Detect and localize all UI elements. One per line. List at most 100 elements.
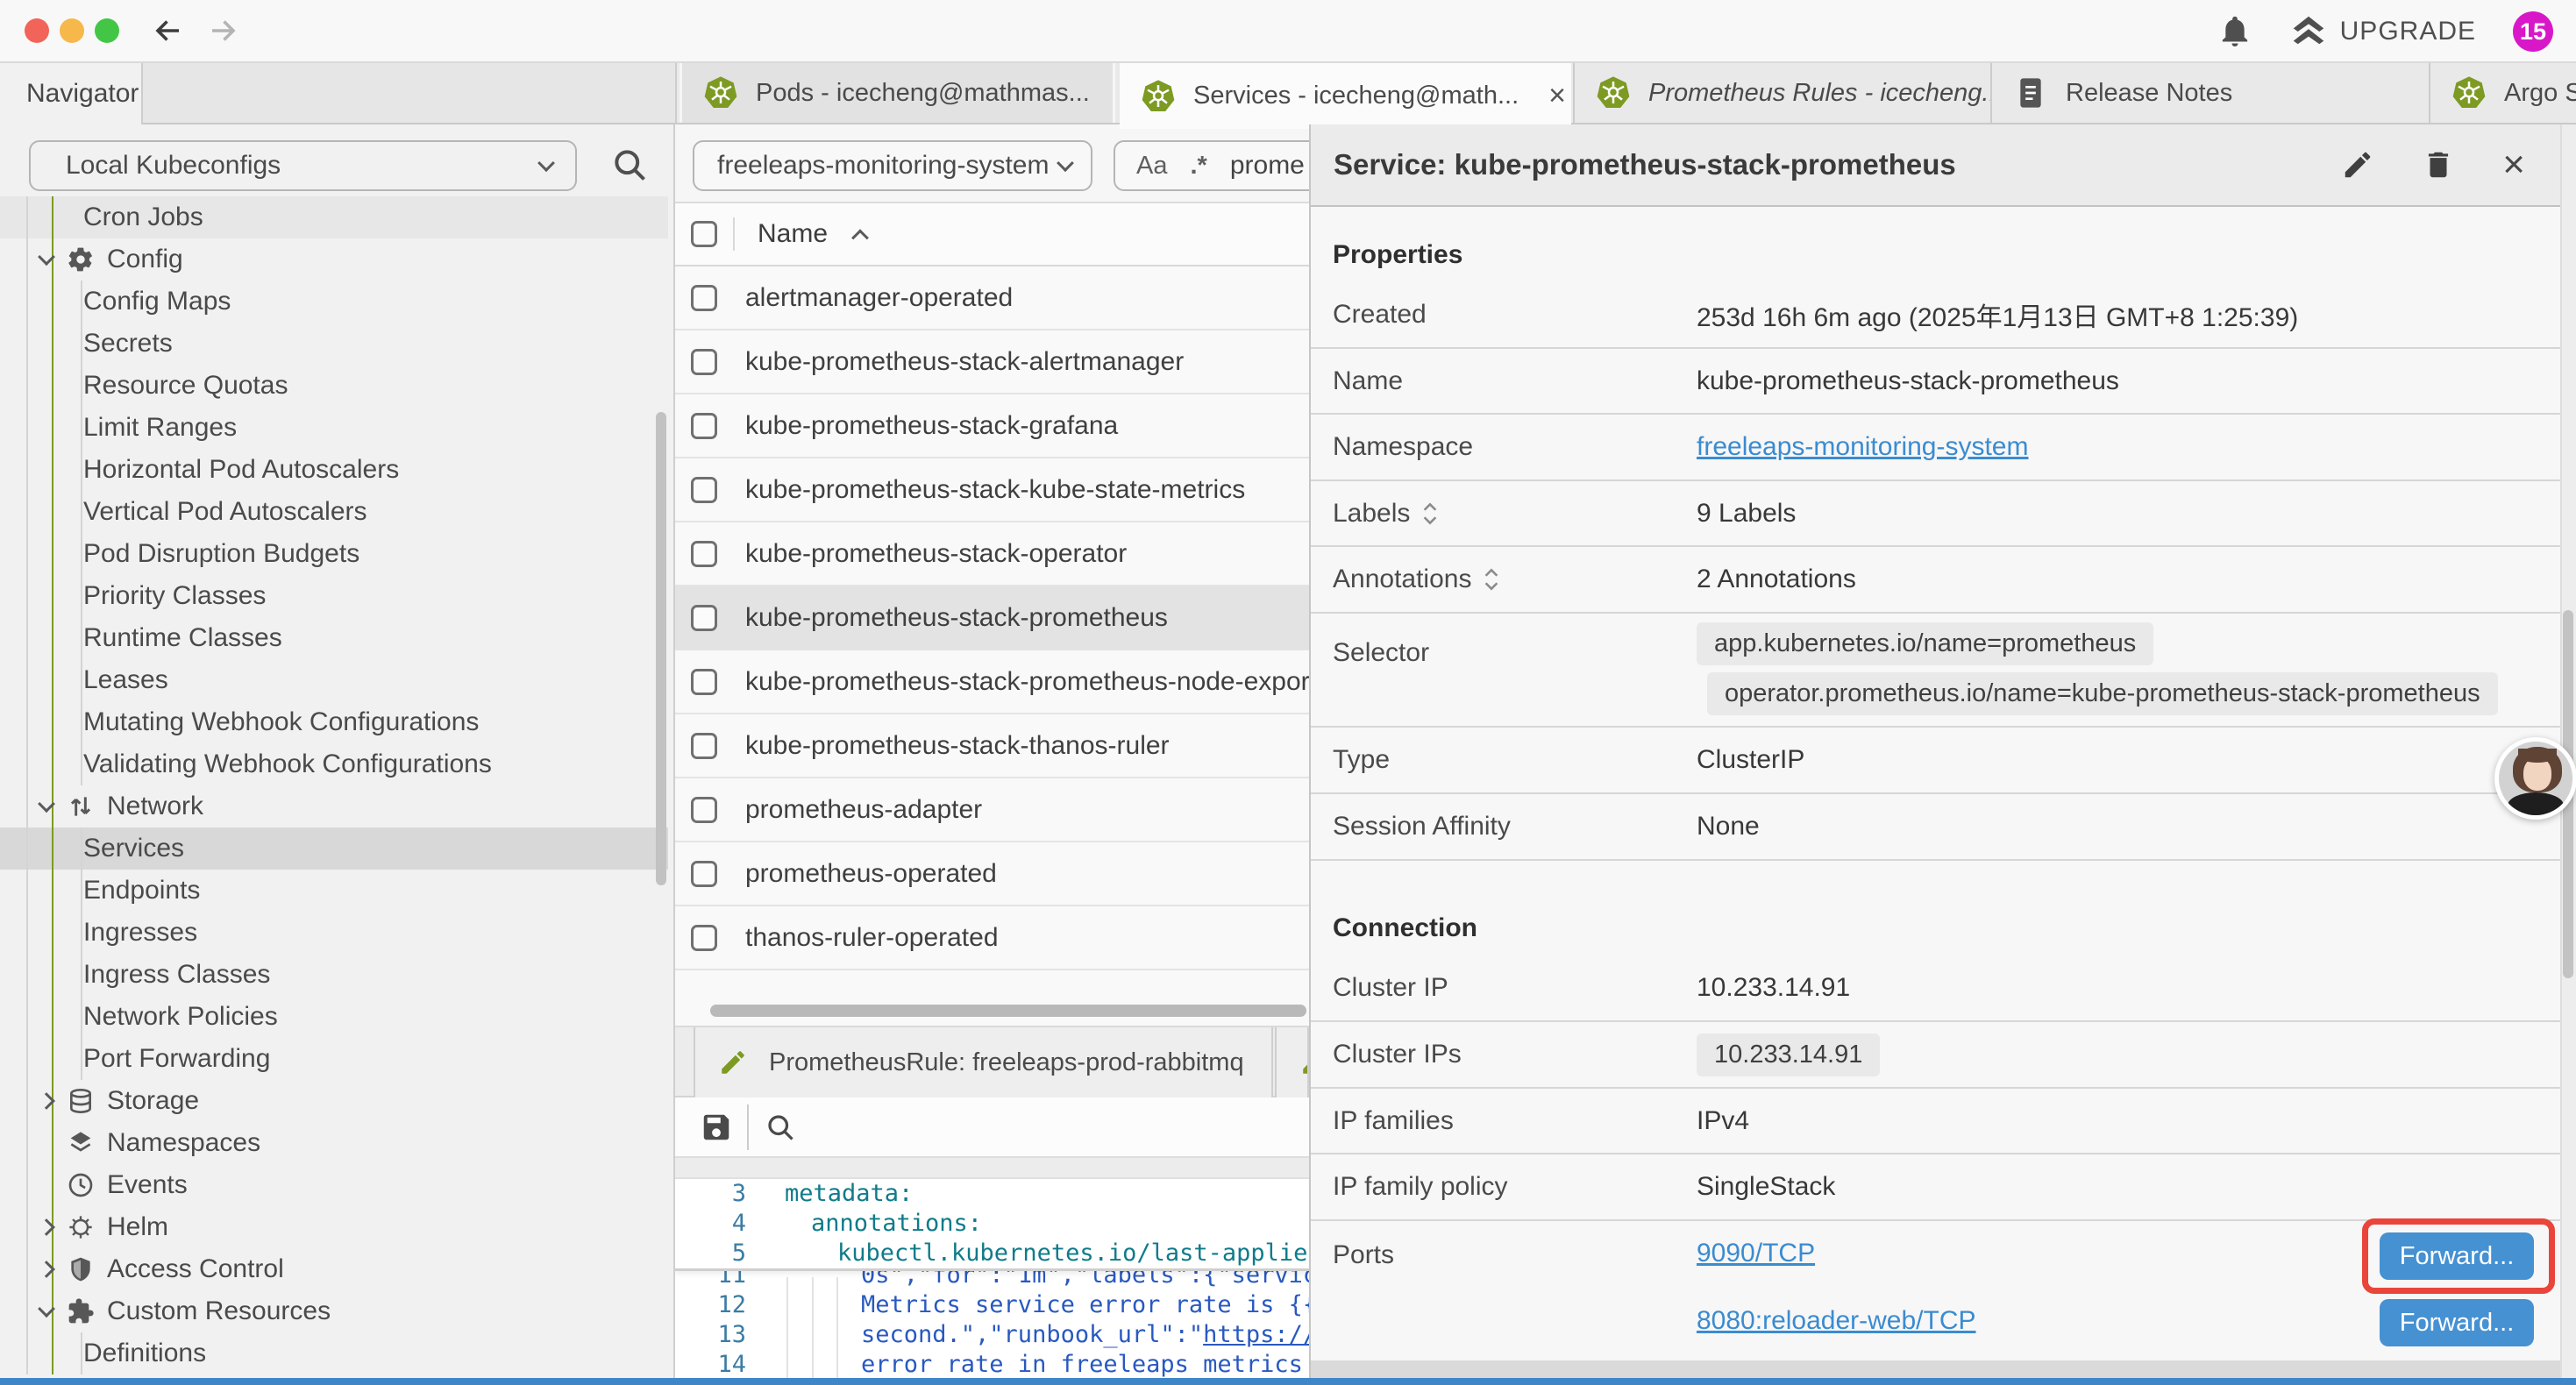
sort-ascending-icon[interactable]	[851, 229, 869, 246]
tab-prometheusrule-editor[interactable]: PrometheusRule: freeleaps-prod-rabbitmq	[694, 1027, 1273, 1097]
tab-argo[interactable]: Argo Se	[2429, 63, 2576, 123]
row-checkbox[interactable]	[691, 541, 717, 567]
sidebar-item-access-control[interactable]: Access Control	[0, 1248, 668, 1290]
port-link-9090[interactable]: 9090/TCP	[1697, 1239, 1815, 1268]
sort-updown-icon[interactable]	[1482, 565, 1501, 593]
row-checkbox[interactable]	[691, 413, 717, 439]
sidebar-item-cron-jobs[interactable]: Cron Jobs	[0, 196, 668, 238]
sidebar-item-network[interactable]: Network	[0, 785, 668, 827]
sidebar-search-icon[interactable]	[610, 146, 649, 184]
tab-release-notes[interactable]: Release Notes	[1990, 63, 2429, 123]
row-checkbox[interactable]	[691, 285, 717, 311]
selector-chip[interactable]: operator.prometheus.io/name=kube-prometh…	[1707, 672, 2498, 715]
sidebar-item-ingress-classes[interactable]: Ingress Classes	[0, 954, 668, 996]
sidebar-item-priority-classes[interactable]: Priority Classes	[0, 575, 668, 617]
tab-prometheus-rules[interactable]: Prometheus Rules - icecheng...	[1573, 63, 1990, 123]
namespace-link[interactable]: freeleaps-monitoring-system	[1697, 432, 2028, 462]
close-tab-icon[interactable]: ×	[1548, 79, 1566, 113]
connection-heading: Connection	[1311, 891, 2562, 955]
edit-pencil-icon[interactable]	[2341, 148, 2374, 181]
upgrade-button[interactable]: UPGRADE	[2289, 12, 2476, 51]
table-row[interactable]: prometheus-adapter	[675, 778, 1309, 842]
sidebar-item-services[interactable]: Services	[0, 827, 668, 870]
sidebar-item-network-policies[interactable]: Network Policies	[0, 996, 668, 1038]
sidebar-item-pod-disruption-budgets[interactable]: Pod Disruption Budgets	[0, 533, 668, 575]
sidebar-item-validating-webhook-configurations[interactable]: Validating Webhook Configurations	[0, 743, 668, 785]
match-case-icon[interactable]: Aa	[1136, 152, 1167, 181]
sidebar-item-vertical-pod-autoscalers[interactable]: Vertical Pod Autoscalers	[0, 491, 668, 533]
yaml-editor[interactable]: 3metadata: 4annotations: 5kubectl.kubern…	[675, 1179, 1309, 1378]
sidebar-item-namespaces[interactable]: Namespaces	[0, 1122, 668, 1164]
horizontal-scrollbar[interactable]	[710, 1005, 1306, 1017]
row-value[interactable]: 2 Annotations	[1697, 565, 1856, 594]
trash-icon[interactable]	[2422, 148, 2455, 181]
row-checkbox[interactable]	[691, 797, 717, 823]
cluster-ip-chip[interactable]: 10.233.14.91	[1697, 1033, 1880, 1076]
regex-icon[interactable]: .*	[1190, 152, 1206, 181]
port-link-8080[interactable]: 8080:reloader-web/TCP	[1697, 1306, 1976, 1336]
editor-search-icon[interactable]	[765, 1112, 796, 1143]
table-row[interactable]: kube-prometheus-stack-thanos-ruler	[675, 714, 1309, 778]
row-checkbox[interactable]	[691, 349, 717, 375]
minimize-window-button[interactable]	[60, 18, 84, 43]
tab-editor-partial[interactable]	[1275, 1027, 1309, 1097]
sidebar-item-events[interactable]: Events	[0, 1164, 668, 1206]
item-label: Network	[107, 792, 203, 821]
sidebar-item-secrets[interactable]: Secrets	[0, 323, 668, 365]
name-column-header[interactable]: Name	[758, 219, 828, 249]
row-value[interactable]: 9 Labels	[1697, 499, 1796, 529]
sidebar-item-horizontal-pod-autoscalers[interactable]: Horizontal Pod Autoscalers	[0, 449, 668, 491]
notifications-bell-icon[interactable]	[2217, 14, 2252, 49]
sidebar-item-limit-ranges[interactable]: Limit Ranges	[0, 407, 668, 449]
table-row-selected[interactable]: kube-prometheus-stack-prometheus	[675, 586, 1309, 650]
sidebar-item-helm[interactable]: Helm	[0, 1206, 668, 1248]
sidebar-item-storage[interactable]: Storage	[0, 1080, 668, 1122]
save-icon[interactable]	[700, 1111, 733, 1144]
table-row[interactable]: kube-prometheus-stack-operator	[675, 522, 1309, 586]
sidebar-item-config[interactable]: Config	[0, 238, 668, 281]
sidebar-item-leases[interactable]: Leases	[0, 659, 668, 701]
sidebar-item-custom-resources[interactable]: Custom Resources	[0, 1290, 668, 1332]
table-row[interactable]: kube-prometheus-stack-alertmanager	[675, 330, 1309, 394]
maximize-window-button[interactable]	[95, 18, 119, 43]
close-window-button[interactable]	[25, 18, 49, 43]
row-checkbox[interactable]	[691, 669, 717, 695]
sidebar-item-definitions[interactable]: Definitions	[0, 1332, 668, 1374]
tab-pods[interactable]: Pods - icecheng@mathmas...	[680, 63, 1115, 123]
sidebar-item-port-forwarding[interactable]: Port Forwarding	[0, 1038, 668, 1080]
row-checkbox[interactable]	[691, 605, 717, 631]
row-checkbox[interactable]	[691, 733, 717, 759]
item-label: Services	[83, 834, 184, 863]
sidebar-item-config-maps[interactable]: Config Maps	[0, 281, 668, 323]
table-row[interactable]: thanos-ruler-operated	[675, 906, 1309, 970]
selector-chip[interactable]: app.kubernetes.io/name=prometheus	[1697, 622, 2153, 665]
table-row[interactable]: prometheus-operated	[675, 842, 1309, 906]
namespace-select[interactable]: freeleaps-monitoring-system	[693, 140, 1092, 191]
table-row[interactable]: kube-prometheus-stack-kube-state-metrics	[675, 458, 1309, 522]
filter-input[interactable]: Aa .* prome	[1114, 140, 1309, 191]
row-checkbox[interactable]	[691, 477, 717, 503]
row-checkbox[interactable]	[691, 925, 717, 951]
sort-updown-icon[interactable]	[1420, 500, 1440, 528]
sidebar-item-endpoints[interactable]: Endpoints	[0, 870, 668, 912]
sidebar-item-mutating-webhook-configurations[interactable]: Mutating Webhook Configurations	[0, 701, 668, 743]
close-panel-icon[interactable]: ×	[2502, 146, 2525, 184]
sidebar-item-runtime-classes[interactable]: Runtime Classes	[0, 617, 668, 659]
table-row[interactable]: alertmanager-operated	[675, 266, 1309, 330]
forward-arrow-icon[interactable]	[207, 15, 238, 46]
select-all-checkbox[interactable]	[691, 221, 717, 247]
forward-button-8080[interactable]: Forward...	[2380, 1299, 2534, 1346]
sidebar-item-ingresses[interactable]: Ingresses	[0, 912, 668, 954]
user-avatar[interactable]	[2494, 737, 2576, 820]
tab-navigator[interactable]: Navigator	[0, 63, 143, 124]
table-row[interactable]: kube-prometheus-stack-grafana	[675, 394, 1309, 458]
table-row[interactable]: kube-prometheus-stack-prometheus-node-ex…	[675, 650, 1309, 714]
code-link[interactable]: https://net	[1203, 1320, 1309, 1350]
back-arrow-icon[interactable]	[153, 15, 184, 46]
tab-services[interactable]: Services - icecheng@math... ×	[1120, 63, 1571, 129]
row-checkbox[interactable]	[691, 861, 717, 887]
kubeconfig-select[interactable]: Local Kubeconfigs	[29, 140, 577, 191]
notification-count-badge[interactable]: 15	[2513, 11, 2553, 52]
sidebar-item-resource-quotas[interactable]: Resource Quotas	[0, 365, 668, 407]
sidebar-scrollbar[interactable]	[656, 412, 666, 885]
